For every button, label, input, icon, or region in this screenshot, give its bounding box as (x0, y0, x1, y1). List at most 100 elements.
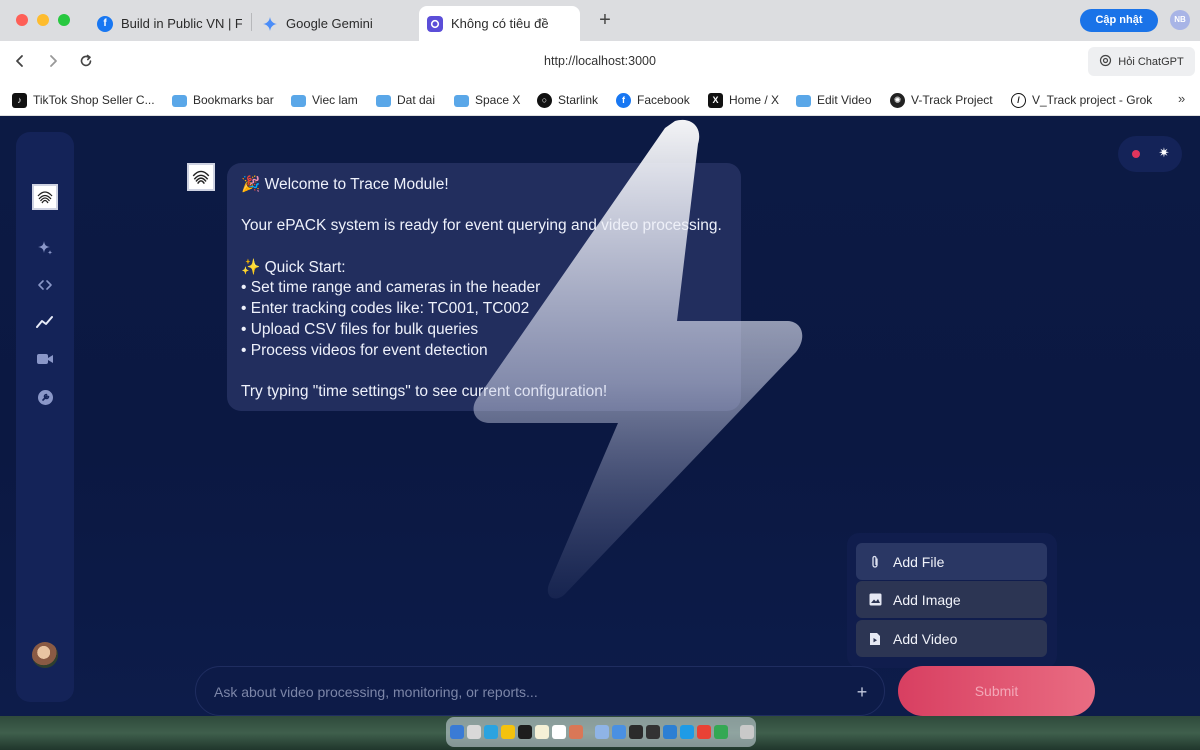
ask-chatgpt-button[interactable]: Hỏi ChatGPT (1088, 47, 1195, 76)
add-video-label: Add Video (893, 630, 958, 647)
tab-active-app[interactable]: Không có tiêu đề (419, 6, 580, 41)
chat-input[interactable] (214, 682, 814, 702)
chat-composer: + (195, 666, 885, 716)
assistant-avatar (187, 163, 215, 191)
claude-icon[interactable] (569, 725, 583, 739)
screen-sharing-icon[interactable] (595, 725, 609, 739)
attach-plus-button[interactable]: + (848, 678, 876, 706)
update-button[interactable]: Cập nhật (1080, 9, 1158, 32)
close-window-button[interactable] (16, 14, 28, 26)
trending-icon[interactable] (35, 312, 55, 332)
bookmark-facebook[interactable]: f Facebook (616, 91, 690, 109)
capcut-icon[interactable] (629, 725, 643, 739)
bookmark-v-track-project[interactable]: ✺ V-Track Project (890, 91, 993, 109)
bookmark-viec-lam[interactable]: Viec lam (291, 91, 358, 109)
notes-icon[interactable] (535, 725, 549, 739)
bookmark-label: Starlink (558, 93, 599, 107)
new-tab-button[interactable]: + (594, 9, 616, 31)
back-arrow-icon[interactable] (9, 51, 31, 73)
bookmark-space-x[interactable]: Space X (454, 91, 520, 109)
theme-toggle[interactable]: ✷ (1118, 136, 1182, 172)
message-line: Try typing "time settings" to see curren… (241, 382, 608, 400)
add-file-option[interactable]: Add File (856, 543, 1047, 580)
bookmark-dat-dai[interactable]: Dat dai (376, 91, 435, 109)
user-avatar[interactable] (32, 642, 58, 668)
add-file-label: Add File (893, 553, 945, 570)
bookmark-label: Home / X (729, 93, 780, 107)
status-dot (1132, 150, 1140, 158)
fingerprint-icon (37, 191, 53, 204)
telegram-icon[interactable] (484, 725, 498, 739)
sun-icon[interactable]: ✷ (1156, 145, 1172, 161)
submit-button[interactable]: Submit (898, 666, 1095, 716)
video-camera-icon[interactable] (35, 349, 55, 369)
tab-build-in-public[interactable]: f Build in Public VN | Fa (97, 6, 242, 41)
wrench-icon[interactable] (35, 387, 55, 407)
reload-icon[interactable] (75, 51, 97, 73)
terminal-icon[interactable] (646, 725, 660, 739)
forward-arrow-icon[interactable] (42, 51, 64, 73)
code-icon[interactable] (35, 275, 55, 295)
app-icon (427, 15, 443, 32)
calendar-icon[interactable] (552, 725, 566, 739)
browser-toolbar: http://localhost:3000 Hỏi ChatGPT (0, 41, 1200, 83)
bookmark-label: Edit Video (817, 93, 872, 107)
bookmark-tiktok-shop[interactable]: ♪ TikTok Shop Seller C... (12, 91, 155, 109)
profile-avatar[interactable]: NB (1170, 10, 1190, 30)
fingerprint-icon (192, 170, 210, 185)
folder-icon (454, 94, 469, 107)
tab-title: Không có tiêu đề (451, 16, 549, 31)
bookmark-bookmarks-bar[interactable]: Bookmarks bar (172, 91, 274, 109)
tiktok-icon: ♪ (12, 92, 27, 108)
minimize-window-button[interactable] (37, 14, 49, 26)
folder-icon (376, 94, 391, 107)
more-bookmarks-chevron-icon[interactable]: » (1178, 91, 1185, 106)
add-image-label: Add Image (893, 591, 961, 608)
gemini-icon (262, 16, 278, 32)
openai-icon (1099, 54, 1112, 70)
bookmark-home-x[interactable]: X Home / X (708, 91, 779, 109)
tab-title: Build in Public VN | Fa (121, 16, 242, 31)
folder-icon (172, 94, 187, 107)
openai-icon: ✺ (890, 92, 905, 108)
x-icon: X (708, 92, 723, 108)
message-line: • Process videos for event detection (241, 341, 488, 359)
starlink-icon: ○ (537, 92, 552, 108)
chrome-alt-icon[interactable] (697, 725, 711, 739)
grok-icon: / (1011, 92, 1026, 108)
bookmark-starlink[interactable]: ○ Starlink (537, 91, 598, 109)
address-bar[interactable]: http://localhost:3000 (440, 54, 760, 68)
tab-google-gemini[interactable]: Google Gemini (262, 6, 412, 41)
add-image-option[interactable]: Add Image (856, 581, 1047, 618)
app-logo[interactable] (32, 184, 58, 210)
dock (446, 717, 756, 747)
zalo-icon[interactable] (612, 725, 626, 739)
launchpad-icon[interactable] (467, 725, 481, 739)
telegram-desktop-icon[interactable] (680, 725, 694, 739)
message-line: • Upload CSV files for bulk queries (241, 320, 479, 338)
sparkles-icon[interactable] (35, 238, 55, 258)
message-line: Your ePACK system is ready for event que… (241, 217, 722, 235)
chrome-icon[interactable] (501, 725, 515, 739)
add-video-option[interactable]: Add Video (856, 620, 1047, 657)
trash-icon[interactable] (740, 725, 754, 739)
bookmark-v-track-grok[interactable]: / V_Track project - Grok (1011, 91, 1152, 109)
attachment-menu: Add File Add Image Add Video (847, 533, 1057, 668)
bookmark-edit-video[interactable]: Edit Video (796, 91, 872, 109)
bookmark-label: Facebook (637, 93, 690, 107)
folder-icon (291, 94, 306, 107)
vscode-icon[interactable] (663, 725, 677, 739)
browser-icon[interactable] (714, 725, 728, 739)
bookmark-label: TikTok Shop Seller C... (33, 93, 155, 107)
chatgpt-icon[interactable] (518, 725, 532, 739)
image-icon (868, 593, 882, 607)
ask-chatgpt-label: Hỏi ChatGPT (1118, 55, 1184, 68)
maximize-window-button[interactable] (58, 14, 70, 26)
message-line: • Enter tracking codes like: TC001, TC00… (241, 300, 530, 318)
finder-icon[interactable] (450, 725, 464, 739)
bookmark-label: Viec lam (312, 93, 358, 107)
facebook-icon: f (97, 15, 113, 32)
bookmark-label: V-Track Project (911, 93, 993, 107)
